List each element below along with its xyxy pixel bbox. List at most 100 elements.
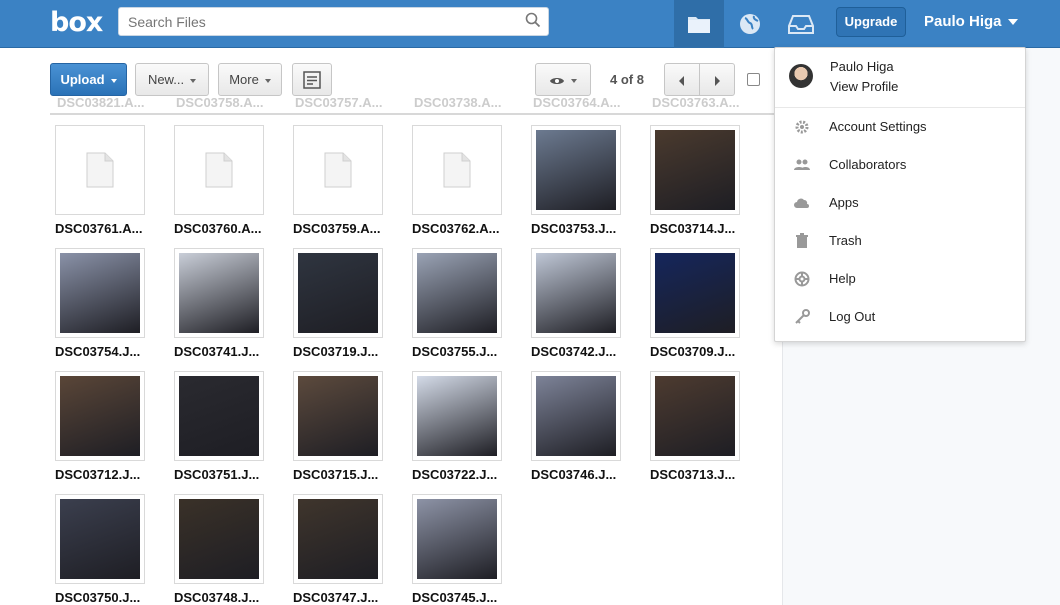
next-page-button[interactable]: [699, 63, 735, 96]
globe-nav-button[interactable]: [725, 0, 775, 48]
file-thumbnail[interactable]: [531, 248, 621, 338]
view-profile-link[interactable]: View Profile: [830, 79, 898, 94]
details-button[interactable]: [292, 63, 332, 96]
file-thumbnail[interactable]: [55, 125, 145, 215]
eye-icon: [550, 77, 564, 84]
file-name[interactable]: DSC03722.J...: [412, 467, 502, 482]
file-thumbnail[interactable]: [650, 371, 740, 461]
file-thumbnail[interactable]: [412, 494, 502, 584]
file-name[interactable]: DSC03745.J...: [412, 590, 502, 605]
file-tile[interactable]: DSC03746.J...: [531, 371, 621, 482]
view-mode-button[interactable]: [535, 63, 591, 96]
file-tile[interactable]: DSC03712.J...: [55, 371, 145, 482]
file-name[interactable]: DSC03761.A...: [55, 221, 145, 236]
file-name[interactable]: DSC03709.J...: [650, 344, 740, 359]
menu-item-account-settings[interactable]: Account Settings: [775, 108, 1025, 146]
file-name[interactable]: DSC03746.J...: [531, 467, 621, 482]
list-detail-icon: [303, 71, 321, 89]
file-name[interactable]: DSC03715.J...: [293, 467, 383, 482]
file-name[interactable]: DSC03755.J...: [412, 344, 502, 359]
file-thumbnail[interactable]: [55, 494, 145, 584]
file-thumbnail[interactable]: [293, 371, 383, 461]
file-tile[interactable]: DSC03754.J...: [55, 248, 145, 359]
file-thumbnail[interactable]: [531, 371, 621, 461]
file-name[interactable]: DSC03759.A...: [293, 221, 383, 236]
file-name[interactable]: DSC03714.J...: [650, 221, 740, 236]
upload-label: Upload: [60, 72, 105, 87]
menu-item-label: Trash: [829, 233, 862, 248]
gear-icon: [795, 120, 809, 134]
file-tile[interactable]: DSC03709.J...: [650, 248, 740, 359]
file-thumbnail[interactable]: [174, 494, 264, 584]
file-tile[interactable]: DSC03747.J...: [293, 494, 383, 605]
chevron-down-icon: [571, 78, 577, 83]
search-icon[interactable]: [525, 12, 541, 28]
file-tile[interactable]: DSC03719.J...: [293, 248, 383, 359]
file-name[interactable]: DSC03719.J...: [293, 344, 383, 359]
file-tile[interactable]: DSC03761.A...: [55, 125, 145, 236]
search-input[interactable]: [118, 7, 549, 36]
select-all-checkbox[interactable]: [747, 73, 760, 86]
menu-item-help[interactable]: Help: [775, 260, 1025, 298]
files-nav-button[interactable]: [674, 0, 724, 48]
file-name[interactable]: DSC03753.J...: [531, 221, 621, 236]
upgrade-button[interactable]: Upgrade: [836, 7, 906, 37]
file-tile[interactable]: DSC03742.J...: [531, 248, 621, 359]
file-tile[interactable]: DSC03753.J...: [531, 125, 621, 236]
file-name[interactable]: DSC03741.J...: [174, 344, 264, 359]
file-thumbnail[interactable]: [293, 248, 383, 338]
file-name[interactable]: DSC03713.J...: [650, 467, 740, 482]
file-tile[interactable]: DSC03748.J...: [174, 494, 264, 605]
file-name[interactable]: DSC03750.J...: [55, 590, 145, 605]
file-tile[interactable]: DSC03713.J...: [650, 371, 740, 482]
file-name[interactable]: DSC03762.A...: [412, 221, 502, 236]
file-thumbnail[interactable]: [412, 371, 502, 461]
prev-page-button[interactable]: [664, 63, 700, 96]
file-thumbnail[interactable]: [531, 125, 621, 215]
menu-item-trash[interactable]: Trash: [775, 222, 1025, 260]
file-thumbnail[interactable]: [412, 248, 502, 338]
file-tile[interactable]: DSC03745.J...: [412, 494, 502, 605]
file-tile[interactable]: DSC03741.J...: [174, 248, 264, 359]
file-thumbnail[interactable]: [293, 125, 383, 215]
menu-item-apps[interactable]: Apps: [775, 184, 1025, 222]
file-name[interactable]: DSC03742.J...: [531, 344, 621, 359]
menu-item-collaborators[interactable]: Collaborators: [775, 146, 1025, 184]
file-thumbnail[interactable]: [174, 125, 264, 215]
file-tile[interactable]: DSC03714.J...: [650, 125, 740, 236]
file-thumbnail[interactable]: [174, 371, 264, 461]
file-tile[interactable]: DSC03751.J...: [174, 371, 264, 482]
file-thumbnail[interactable]: [412, 125, 502, 215]
inbox-nav-button[interactable]: [776, 0, 826, 48]
file-thumbnail[interactable]: [293, 494, 383, 584]
menu-item-log-out[interactable]: Log Out: [775, 298, 1025, 336]
file-thumbnail[interactable]: [55, 371, 145, 461]
file-name[interactable]: DSC03747.J...: [293, 590, 383, 605]
upload-button[interactable]: Upload: [50, 63, 127, 96]
menu-item-label: Log Out: [829, 309, 876, 324]
new-button[interactable]: New...: [135, 63, 209, 96]
file-tile[interactable]: DSC03715.J...: [293, 371, 383, 482]
file-tile[interactable]: DSC03722.J...: [412, 371, 502, 482]
chevron-left-icon: [679, 75, 684, 86]
file-name[interactable]: DSC03754.J...: [55, 344, 145, 359]
file-thumbnail[interactable]: [650, 125, 740, 215]
file-tile[interactable]: DSC03750.J...: [55, 494, 145, 605]
file-tile[interactable]: DSC03755.J...: [412, 248, 502, 359]
file-tile[interactable]: DSC03762.A...: [412, 125, 502, 236]
file-thumbnail[interactable]: [650, 248, 740, 338]
file-name[interactable]: DSC03760.A...: [174, 221, 264, 236]
chevron-down-icon: [264, 78, 271, 83]
file-name[interactable]: DSC03751.J...: [174, 467, 264, 482]
more-button[interactable]: More: [218, 63, 282, 96]
file-thumbnail[interactable]: [174, 248, 264, 338]
file-tile[interactable]: DSC03760.A...: [174, 125, 264, 236]
user-menu-header[interactable]: Paulo Higa View Profile: [775, 48, 1025, 108]
file-name[interactable]: DSC03748.J...: [174, 590, 264, 605]
box-logo[interactable]: box: [50, 7, 103, 38]
file-tile[interactable]: DSC03759.A...: [293, 125, 383, 236]
new-label: New...: [147, 72, 185, 87]
user-menu-toggle[interactable]: Paulo Higa: [924, 13, 1018, 30]
file-name[interactable]: DSC03712.J...: [55, 467, 145, 482]
file-thumbnail[interactable]: [55, 248, 145, 338]
